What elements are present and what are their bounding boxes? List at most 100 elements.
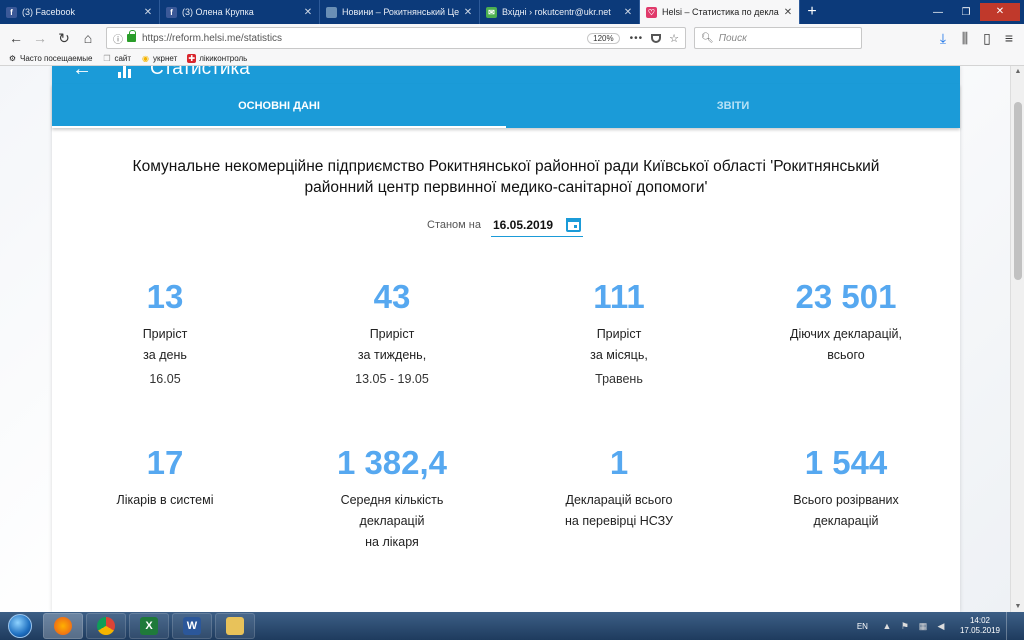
chrome-icon: [97, 617, 115, 635]
organization-line-2: районний центр первинної медико-санітарн…: [304, 179, 708, 196]
stat-label: Діючих декларацій, всього: [790, 327, 902, 362]
stat-weekly-growth: 43 Приріст за тиждень, 13.05 - 19.05: [279, 278, 505, 386]
tab-title: Новини – Рокитнянський Цен: [342, 7, 459, 17]
library-icon[interactable]: ⫼: [954, 27, 976, 49]
search-input[interactable]: 🔍︎ Поиск: [694, 27, 862, 49]
menu-icon[interactable]: ≡: [998, 27, 1020, 49]
back-arrow-icon[interactable]: ←: [72, 66, 92, 81]
bookmark-likicontrol[interactable]: ✚ лікиконтроль: [187, 54, 247, 63]
lock-icon: [127, 30, 136, 42]
browser-tab-news[interactable]: Новини – Рокитнянський Цен ✕: [320, 0, 480, 24]
likicontrol-icon: ✚: [187, 54, 197, 63]
clock-time: 14:02: [969, 616, 990, 625]
as-of-date-picker: Станом на 16.05.2019: [427, 218, 583, 237]
window-controls: — ❐ ✕: [924, 0, 1024, 24]
maximize-icon[interactable]: ❐: [952, 7, 980, 18]
close-tab-icon[interactable]: ✕: [303, 7, 313, 18]
url-text[interactable]: https://reform.helsi.me/statistics: [142, 33, 587, 44]
windows-taskbar: X W EN ▲ ⚑ ▦ ◀ 14:02 17.05.2019: [0, 612, 1024, 640]
taskbar-chrome[interactable]: [86, 613, 126, 639]
bar-chart-icon: [118, 66, 132, 78]
date-field[interactable]: 16.05.2019: [490, 218, 583, 237]
close-tab-icon[interactable]: ✕: [143, 7, 153, 18]
bookmark-label: укрнет: [153, 54, 178, 63]
network-icon[interactable]: ▦: [918, 621, 928, 631]
address-bar[interactable]: ⓘ https://reform.helsi.me/statistics 120…: [106, 27, 686, 49]
bookmark-frequent[interactable]: ⚙ Часто посещаемые: [8, 54, 93, 63]
page-tabs: ОСНОВНІ ДАНІ ЗВІТИ: [52, 84, 960, 128]
taskbar-word[interactable]: W: [172, 613, 212, 639]
tab-reports[interactable]: ЗВІТИ: [506, 84, 960, 128]
new-tab-button[interactable]: +: [800, 0, 824, 24]
stat-value: 1 544: [804, 444, 888, 481]
scroll-up-icon[interactable]: ▲: [1011, 68, 1024, 75]
start-button[interactable]: [0, 612, 40, 640]
scroll-down-icon[interactable]: ▼: [1011, 603, 1024, 610]
stat-avg-declarations: 1 382,4 Середня кількість декларацій на …: [279, 444, 505, 553]
flag-icon[interactable]: ⚑: [900, 621, 910, 631]
browser-tab-helsi[interactable]: ♡ Helsi – Статистика по деклара ✕: [640, 0, 800, 24]
tray-up-icon[interactable]: ▲: [882, 621, 892, 631]
close-tab-icon[interactable]: ✕: [623, 7, 633, 18]
stat-daily-growth: 13 Приріст за день 16.05: [52, 278, 278, 386]
organization-name: Комунальне некомерційне підприємство Рок…: [52, 156, 960, 198]
stat-doctors: 17 Лікарів в системі: [52, 444, 278, 511]
as-of-label: Станом на: [427, 219, 481, 231]
clock-date: 17.05.2019: [959, 626, 1000, 635]
scrollbar-thumb[interactable]: [1014, 102, 1022, 280]
statistics-card: ← Статистика ОСНОВНІ ДАНІ ЗВІТИ Комуналь…: [52, 66, 960, 612]
language-indicator[interactable]: EN: [857, 622, 868, 631]
tab-title: Вхідні › rokutcentr@ukr.net: [502, 7, 611, 17]
browser-tab-facebook-2[interactable]: f (3) Олена Крупка ✕: [160, 0, 320, 24]
minimize-icon[interactable]: —: [924, 7, 952, 18]
system-tray: EN ▲ ⚑ ▦ ◀ 14:02 17.05.2019: [857, 612, 1024, 640]
stat-label: Приріст за день: [142, 327, 188, 362]
bookmark-ukrnet[interactable]: ◉ укрнет: [141, 54, 177, 63]
back-icon[interactable]: ←: [4, 27, 28, 49]
explorer-icon: [226, 617, 244, 635]
stat-value: 13: [146, 278, 184, 315]
stat-period: 16.05: [149, 372, 181, 386]
browser-tab-facebook-1[interactable]: f (3) Facebook ✕: [0, 0, 160, 24]
show-desktop-button[interactable]: [1006, 612, 1014, 640]
download-icon[interactable]: ⤓: [932, 27, 954, 49]
stat-period: Травень: [595, 372, 643, 386]
page-title: Статистика: [150, 66, 250, 79]
forward-icon[interactable]: →: [28, 27, 52, 49]
helsi-icon: ♡: [646, 6, 657, 18]
close-window-icon[interactable]: ✕: [980, 3, 1020, 21]
stat-label: Лікарів в системі: [116, 493, 214, 507]
calendar-icon[interactable]: [565, 218, 581, 232]
bookmark-star-icon[interactable]: ☆: [669, 32, 679, 45]
bookmark-site[interactable]: ❒ сайт: [102, 54, 131, 63]
close-tab-icon[interactable]: ✕: [783, 7, 793, 18]
page-scrollbar[interactable]: ▲ ▼: [1010, 66, 1024, 612]
stat-value: 1: [609, 444, 629, 481]
pocket-icon[interactable]: [651, 33, 662, 43]
firefox-icon: [54, 617, 72, 635]
home-icon[interactable]: ⌂: [76, 27, 100, 49]
volume-icon[interactable]: ◀: [936, 621, 946, 631]
zoom-indicator[interactable]: 120%: [587, 32, 620, 44]
page-actions-icon[interactable]: •••: [630, 33, 644, 44]
toolbar-right: ⤓ ⫼ ▯ ≡: [932, 27, 1020, 49]
taskbar-firefox[interactable]: [43, 613, 83, 639]
taskbar-explorer[interactable]: [215, 613, 255, 639]
date-value[interactable]: 16.05.2019: [493, 218, 566, 232]
search-icon: 🔍︎: [701, 32, 714, 44]
close-tab-icon[interactable]: ✕: [463, 7, 473, 18]
bookmark-icon: ❒: [103, 54, 111, 63]
sidebar-icon[interactable]: ▯: [976, 27, 998, 49]
browser-tab-mail[interactable]: ✉ Вхідні › rokutcentr@ukr.net ✕: [480, 0, 640, 24]
reload-icon[interactable]: ↻: [52, 27, 76, 49]
stat-nszu-review: 1 Декларацій всього на перевірці НСЗУ: [506, 444, 732, 532]
clock[interactable]: 14:02 17.05.2019: [960, 616, 1000, 636]
page-viewport: ← Статистика ОСНОВНІ ДАНІ ЗВІТИ Комуналь…: [0, 66, 1010, 612]
bookmark-label: лікиконтроль: [199, 54, 248, 63]
taskbar-excel[interactable]: X: [129, 613, 169, 639]
organization-line-1: Комунальне некомерційне підприємство Рок…: [132, 158, 880, 175]
bookmark-label: сайт: [114, 54, 132, 63]
info-icon[interactable]: ⓘ: [113, 31, 123, 46]
tab-main-data[interactable]: ОСНОВНІ ДАНІ: [52, 84, 506, 128]
stat-active-declarations: 23 501 Діючих декларацій, всього: [733, 278, 959, 366]
